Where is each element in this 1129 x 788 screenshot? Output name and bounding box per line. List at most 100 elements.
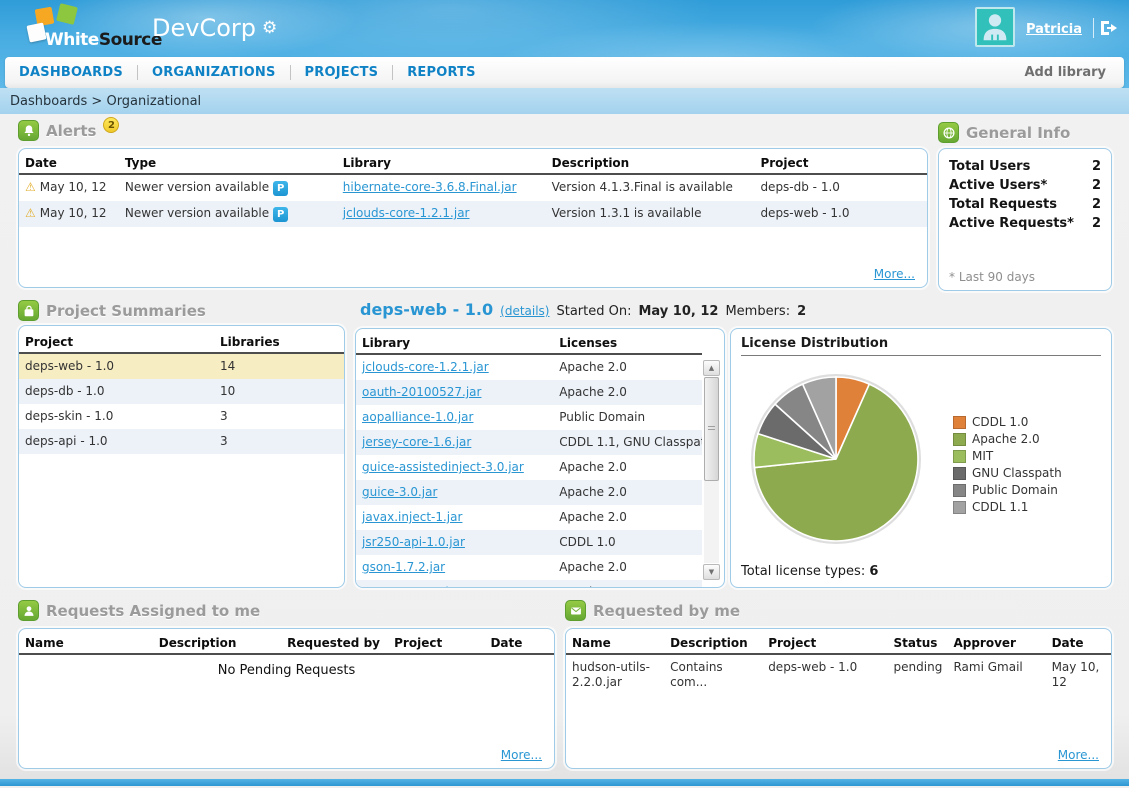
avatar-person-icon [977,9,1013,45]
request-status: pending [888,654,948,695]
request-row: hudson-utils-2.2.0.jar Contains com... d… [566,654,1111,695]
stat-value: 2 [1092,197,1101,212]
requests-assigned-section-title: Requests Assigned to me [18,600,260,621]
scrollbar-track[interactable] [704,377,719,563]
requests-assigned-more-link[interactable]: More... [501,748,542,762]
alerts-col-type: Type [119,153,337,174]
stats-footnote: * Last 90 days [949,270,1035,284]
scroll-down-icon[interactable]: ▼ [703,564,720,580]
stat-value: 2 [1092,178,1101,193]
ps-col-libraries: Libraries [214,332,344,353]
organization-title: DevCorp [152,14,256,42]
library-link[interactable]: guice-assistedinject-3.0.jar [362,460,524,474]
alerts-col-description: Description [546,153,755,174]
stat-label: Total Users [949,159,1030,174]
project-row[interactable]: deps-db - 1.0 10 [19,379,344,404]
legend-item: CDDL 1.0 [953,415,1062,429]
policy-badge-icon: P [273,207,288,222]
project-summaries-panel: Project Libraries deps-web - 1.0 14 deps… [18,325,345,588]
stat-label: Active Requests* [949,216,1074,231]
requested-by-me-section-title: Requested by me [565,600,740,621]
request-name: hudson-utils-2.2.0.jar [566,654,664,695]
legend-swatch-icon [953,450,966,463]
total-license-types: Total license types: 6 [741,564,878,579]
members-label: Members: [725,304,790,319]
legend-swatch-icon [953,484,966,497]
requests-assigned-table: Name Description Requested by Project Da… [19,633,554,684]
requested-by-me-panel: Name Description Project Status Approver… [565,628,1112,769]
project-row[interactable]: deps-skin - 1.0 3 [19,404,344,429]
library-row: guava-10.0.1.jarApache 2.0 [356,580,702,588]
library-row: jclouds-core-1.2.1.jarApache 2.0 [356,354,702,380]
nav-reports[interactable]: REPORTS [393,65,490,80]
library-link[interactable]: javax.inject-1.jar [362,510,462,524]
envelope-icon [565,600,586,621]
library-link[interactable]: jsr250-api-1.0.jar [362,535,465,549]
library-link[interactable]: guava-10.0.1.jar [362,585,461,588]
project-row-selected[interactable]: deps-web - 1.0 14 [19,353,344,379]
alert-date: May 10, 12 [40,206,107,220]
library-link[interactable]: guice-3.0.jar [362,485,437,499]
alert-library-link[interactable]: hibernate-core-3.6.8.Final.jar [343,180,517,194]
nav-organizations[interactable]: ORGANIZATIONS [138,65,290,80]
library-link[interactable]: jclouds-core-1.2.1.jar [362,360,489,374]
user-name-link[interactable]: Patricia [1026,22,1082,37]
stat-label: Active Users* [949,178,1047,193]
whitesource-logo[interactable]: WhiteSource [8,2,158,54]
general-info-section-title: General Info [938,122,1070,143]
license-distribution-title: License Distribution [741,336,1101,356]
scroll-up-icon[interactable]: ▲ [703,360,720,376]
legend-item: GNU Classpath [953,466,1062,480]
library-link[interactable]: gson-1.7.2.jar [362,560,445,574]
library-link[interactable]: jersey-core-1.6.jar [362,435,471,449]
no-pending-requests-text: No Pending Requests [19,654,554,684]
nav-dashboards[interactable]: DASHBOARDS [5,65,137,80]
project-details-link[interactable]: (details) [500,304,549,318]
legend-item: Apache 2.0 [953,432,1062,446]
request-date: May 10, 12 [1046,654,1111,695]
general-info-panel: Total Users2 Active Users*2 Total Reques… [938,148,1112,291]
warning-icon: ⚠ [25,206,36,221]
alerts-more-link[interactable]: More... [874,267,915,281]
alerts-panel: Date Type Library Description Project ⚠M… [18,148,928,288]
header-divider [1093,18,1094,38]
project-detail-heading: deps-web - 1.0 (details) Started On: May… [360,300,806,319]
nav-projects[interactable]: PROJECTS [291,65,393,80]
license-pie-chart [739,361,939,561]
avatar[interactable] [975,7,1015,47]
add-library-button[interactable]: Add library [1025,65,1107,80]
libraries-panel: Library Licenses jclouds-core-1.2.1.jarA… [355,328,725,588]
alert-date: May 10, 12 [40,180,107,194]
stat-value: 2 [1092,159,1101,174]
library-link[interactable]: aopalliance-1.0.jar [362,410,473,424]
members-value: 2 [797,304,806,319]
legend-item: Public Domain [953,483,1062,497]
requests-assigned-panel: Name Description Requested by Project Da… [18,628,555,769]
alert-library-link[interactable]: jclouds-core-1.2.1.jar [343,206,470,220]
project-row[interactable]: deps-api - 1.0 3 [19,429,344,454]
scrollbar-thumb[interactable] [704,377,719,481]
alert-project: deps-web - 1.0 [754,201,927,227]
main-nav: DASHBOARDS ORGANIZATIONS PROJECTS REPORT… [5,57,1124,88]
requested-by-me-more-link[interactable]: More... [1058,748,1099,762]
alerts-section-title: Alerts 2 [18,120,119,141]
assigned-person-icon [18,600,39,621]
started-on-label: Started On: [556,304,631,319]
alert-project: deps-db - 1.0 [754,174,927,201]
logout-icon[interactable] [1100,20,1120,36]
library-row: javax.inject-1.jarApache 2.0 [356,505,702,530]
scrollbar-grip [708,426,715,432]
legend-swatch-icon [953,433,966,446]
project-summaries-section-title: Project Summaries [18,300,206,321]
library-row: jsr250-api-1.0.jarCDDL 1.0 [356,530,702,555]
alerts-col-library: Library [337,153,546,174]
gear-icon[interactable]: ⚙ [262,18,277,38]
legend-item: MIT [953,449,1062,463]
library-link[interactable]: oauth-20100527.jar [362,385,481,399]
legend-swatch-icon [953,467,966,480]
globe-icon [938,122,959,143]
legend-swatch-icon [953,501,966,514]
library-row: guice-assistedinject-3.0.jarApache 2.0 [356,455,702,480]
logo-green-square-icon [56,3,78,25]
whitesource-dashboard-page: WhiteSource DevCorp ⚙ Patricia DASHBOARD… [0,0,1129,788]
